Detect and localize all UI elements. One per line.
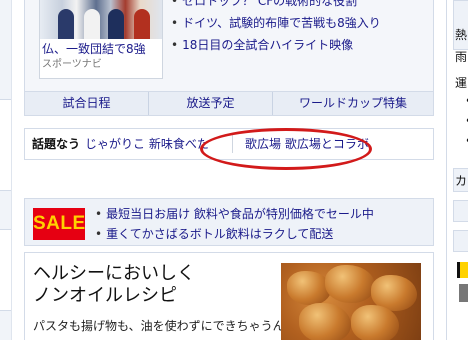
bullet-icon: • bbox=[171, 16, 179, 30]
player-figure bbox=[134, 9, 150, 39]
left-sidebar-edge bbox=[0, 0, 12, 340]
right-panel-block bbox=[453, 230, 468, 252]
sale-link-list: • 最短当日お届け 飲料や食品が特別価格でセール中 • 重くてかさばるボトル飲料はラ… bbox=[95, 204, 374, 244]
worldcup-tab-bar: 試合日程 放送予定 ワールドカップ特集 bbox=[24, 92, 434, 116]
bullet-icon: • bbox=[171, 38, 179, 52]
right-panel-block bbox=[453, 200, 468, 222]
tab-worldcup-feature[interactable]: ワールドカップ特集 bbox=[273, 92, 433, 115]
player-figure bbox=[108, 9, 124, 39]
trending-bar: 話題なう じゃがりこ 新味食べた 歌広場 歌広場とコラボ bbox=[24, 128, 434, 160]
food-piece bbox=[299, 303, 351, 340]
recipe-title-line: ヘルシーにおいしく bbox=[33, 263, 195, 284]
left-panel-block bbox=[0, 0, 11, 100]
bullet-icon: • bbox=[95, 207, 103, 221]
recipe-photo[interactable] bbox=[281, 263, 421, 340]
left-panel-block bbox=[0, 310, 11, 340]
right-label[interactable]: 熱 bbox=[455, 26, 467, 43]
sale-promo-module: SALE • 最短当日お届け 飲料や食品が特別価格でセール中 • 重くてかさばるボト… bbox=[24, 198, 434, 246]
news-headline-link[interactable]: ドイツ、試験的布陣で苦戦も8強入り bbox=[182, 16, 381, 30]
sale-badge[interactable]: SALE bbox=[33, 208, 85, 240]
food-piece bbox=[287, 271, 331, 305]
worldcup-news-module: 仏、一致団結で8強 スポーツナビ • ゼロトップ？ CFの戦術的な役割 • ドイツ、… bbox=[24, 0, 434, 92]
sale-link[interactable]: 最短当日お届け 飲料や食品が特別価格でセール中 bbox=[106, 207, 374, 221]
right-label[interactable]: カ bbox=[455, 172, 467, 189]
food-piece bbox=[325, 265, 375, 303]
sale-link[interactable]: 重くてかさばるボトル飲料はラクして配送 bbox=[106, 227, 333, 241]
right-label[interactable]: 運 bbox=[455, 74, 467, 91]
bullet-icon: • bbox=[171, 0, 179, 8]
trending-label: 話題なう bbox=[32, 137, 81, 151]
news-headline[interactable]: • ドイツ、試験的布陣で苦戦も8強入り bbox=[171, 12, 431, 34]
player-figure bbox=[84, 9, 100, 39]
news-caption-source: スポーツナビ bbox=[42, 59, 102, 70]
news-headline-link[interactable]: 18日目の全試合ハイライト映像 bbox=[182, 38, 353, 52]
sale-item[interactable]: • 最短当日お届け 飲料や食品が特別価格でセール中 bbox=[95, 204, 374, 224]
news-headline-link[interactable]: ゼロトップ？ CFの戦術的な役割 bbox=[182, 0, 357, 8]
tab-match-schedule[interactable]: 試合日程 bbox=[25, 92, 150, 115]
news-photo-caption[interactable]: 仏、一致団結で8強 スポーツナビ bbox=[39, 39, 163, 79]
news-headline-list: • ゼロトップ？ CFの戦術的な役割 • ドイツ、試験的布陣で苦戦も8強入り • 18… bbox=[171, 0, 431, 56]
news-headline[interactable]: • ゼロトップ？ CFの戦術的な役割 bbox=[171, 0, 431, 12]
trending-divider bbox=[232, 135, 233, 153]
right-banner-logo[interactable] bbox=[457, 262, 468, 278]
trending-item-jagariko[interactable]: じゃがりこ 新味食べた bbox=[85, 129, 209, 159]
right-banner-image[interactable] bbox=[459, 284, 468, 302]
news-photo[interactable] bbox=[39, 0, 163, 40]
trending-item-utahiroba[interactable]: 歌広場 歌広場とコラボ bbox=[245, 129, 369, 159]
recipe-title-line: ノンオイルレシピ bbox=[33, 285, 177, 306]
bullet-icon: • bbox=[95, 227, 103, 241]
player-figure bbox=[58, 9, 74, 39]
news-headline[interactable]: • 18日目の全試合ハイライト映像 bbox=[171, 34, 431, 56]
sale-item[interactable]: • 重くてかさばるボトル飲料はラクして配送 bbox=[95, 224, 374, 244]
recipe-promo-module[interactable]: ヘルシーにおいしく ノンオイルレシピ パスタも揚げ物も、油を使わずにできちゃうん bbox=[24, 252, 434, 340]
left-panel-block bbox=[0, 190, 11, 230]
news-caption-title[interactable]: 仏、一致団結で8強 bbox=[42, 41, 160, 57]
right-label[interactable]: 雨 bbox=[455, 48, 467, 65]
recipe-title[interactable]: ヘルシーにおいしく ノンオイルレシピ bbox=[33, 263, 195, 307]
right-sidebar-edge: 熱 雨 運 • • • カ bbox=[446, 0, 468, 340]
recipe-subtitle: パスタも揚げ物も、油を使わずにできちゃうん bbox=[33, 319, 285, 333]
tab-broadcast-schedule[interactable]: 放送予定 bbox=[149, 92, 274, 115]
